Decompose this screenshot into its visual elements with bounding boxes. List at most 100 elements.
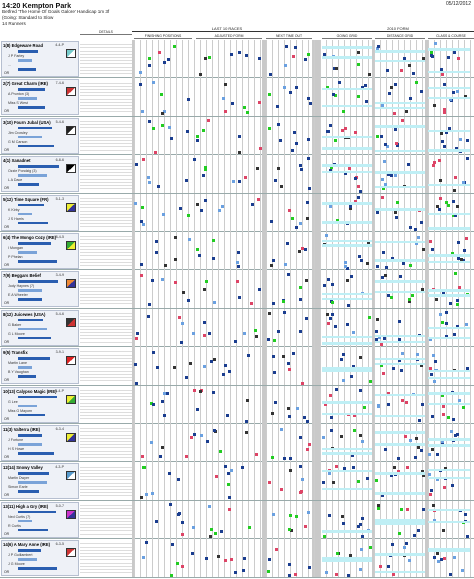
form-mark	[230, 52, 234, 56]
form-mark	[154, 151, 158, 155]
form-mark	[358, 433, 362, 437]
form-mark	[238, 51, 242, 55]
grid-line	[290, 462, 291, 501]
form-mark	[383, 447, 387, 451]
runner-row[interactable]: 7(9) Beggars Belief 3-4-9 Jody Haynes (7) E…	[0, 270, 474, 309]
form-mark	[216, 554, 220, 558]
highlight-band	[322, 87, 372, 91]
grid-line	[212, 193, 213, 232]
runner-row[interactable]: 11(3) Valterra (IRE) 6-3-4 J Fortune H S Ho…	[0, 424, 474, 463]
silks-icon	[66, 202, 76, 212]
silks-icon	[66, 509, 76, 519]
runner-row[interactable]: 9(5) Transfix 3-9-1 Martin Lane B Y Vaughan…	[0, 347, 474, 386]
runner-form: 4-4-P	[55, 388, 64, 393]
form-mark	[212, 301, 216, 305]
grid-line	[206, 116, 207, 155]
form-mark	[179, 207, 183, 211]
form-mark	[341, 353, 345, 357]
form-mark	[394, 211, 398, 215]
grid-line	[470, 539, 471, 578]
grid-line	[260, 424, 261, 462]
runner-row[interactable]: 4(1) Xanadnet 6-8-6 Ozzie Pondzig (3) L A D…	[0, 155, 474, 194]
form-mark	[322, 283, 326, 287]
runner-row[interactable]: 14(6) A Mary Anne (IRE) 6-3-5 J P Guillamb…	[0, 539, 474, 578]
grid-line	[236, 78, 237, 117]
form-mark	[381, 275, 385, 279]
grid-line	[182, 155, 183, 194]
form-mark	[446, 55, 450, 59]
race-subtitle: Betfred 'The Home Of Goals Galore' Handi…	[2, 9, 110, 14]
form-mark	[438, 197, 442, 201]
form-mark	[196, 139, 200, 143]
grid-line	[272, 155, 273, 194]
grid-line	[224, 424, 225, 462]
runner-row[interactable]: 5(12) Time Square (FR) 5-1-3 K Kirby J S Ha…	[0, 193, 474, 232]
trainer-bar	[18, 567, 57, 570]
rating-bar	[18, 472, 49, 475]
form-mark	[466, 139, 470, 143]
form-mark	[174, 257, 178, 261]
form-mark	[148, 56, 152, 60]
runner-row[interactable]: 13(11) High a Gry (IRE) 5-0-7 Ned Curtis (…	[0, 500, 474, 540]
grid-line	[308, 347, 309, 386]
grid-line	[206, 232, 207, 270]
official-rating-label: OR	[4, 263, 10, 267]
jockey-name: Martin Dwyer	[8, 476, 30, 481]
grid-line	[254, 193, 255, 232]
grid-line	[176, 500, 177, 539]
grid-line	[164, 347, 165, 386]
col-details: DETAILS	[80, 30, 132, 35]
runner-row[interactable]: 12(14) Snowy Valley 4-3-P Martin Dwyer Simo…	[0, 462, 474, 501]
rating-bar	[18, 126, 52, 130]
runner-row[interactable]: 6(4) The Mongo Cozy (IRE) 8-4-5 I Mongan P …	[0, 232, 474, 271]
form-mark	[359, 547, 363, 551]
form-mark	[201, 173, 205, 177]
grid-line	[134, 78, 135, 117]
grid-line	[326, 270, 327, 309]
grid-line	[356, 424, 357, 462]
grid-line	[296, 462, 297, 501]
form-mark	[282, 311, 286, 315]
form-mark	[289, 469, 293, 473]
form-mark	[147, 175, 151, 179]
grid-line	[314, 270, 315, 309]
runner-row[interactable]: 2(7) Great Charm (IRE) 7-4-6 A Prunton (3)…	[0, 78, 474, 117]
form-mark	[227, 495, 231, 499]
grid-line	[242, 308, 243, 347]
trainer-bar	[18, 336, 51, 340]
trainer-bar	[18, 106, 45, 109]
form-mark	[330, 300, 334, 304]
form-mark	[268, 92, 272, 96]
highlight-band	[322, 104, 372, 108]
form-mark	[339, 434, 343, 438]
form-mark	[308, 102, 312, 106]
grid-line	[200, 78, 201, 117]
form-mark	[388, 91, 392, 95]
highlight-band	[375, 50, 425, 53]
form-mark	[330, 428, 334, 432]
grid-line	[332, 155, 333, 194]
grid-line	[368, 500, 369, 539]
grid-line	[332, 500, 333, 539]
highlight-band	[428, 96, 470, 100]
runner-row[interactable]: 10(13) Calypso Magic (IRE) 4-4-P G Lee Miss…	[0, 385, 474, 424]
runner-row[interactable]: 1(8) Edgeware Road 4-4-P J P Farley... OR	[0, 40, 474, 79]
grid-line	[464, 347, 465, 386]
form-mark	[376, 135, 380, 139]
form-mark	[151, 279, 155, 283]
runner-row[interactable]: 8(12) Juicewes (USA) 5-4-6 G Baker G L Moor…	[0, 308, 474, 348]
official-rating-label: OR	[4, 416, 10, 421]
grid-line	[236, 385, 237, 424]
grid-line	[152, 193, 153, 232]
jockey-name: J P Farley	[8, 54, 25, 58]
form-mark	[267, 311, 271, 315]
grid-line	[314, 462, 315, 501]
jockey-name: Ned Curtis (7)	[8, 514, 31, 519]
grid-line	[230, 78, 231, 117]
runner-row[interactable]: 3(10) Fourn Jubal (USA) 5-4-6 Jim Crowley G…	[0, 116, 474, 156]
form-mark	[279, 139, 283, 143]
grid-line	[278, 462, 279, 501]
official-rating-label: OR	[4, 531, 10, 536]
form-mark	[231, 180, 235, 184]
form-mark	[243, 176, 247, 180]
